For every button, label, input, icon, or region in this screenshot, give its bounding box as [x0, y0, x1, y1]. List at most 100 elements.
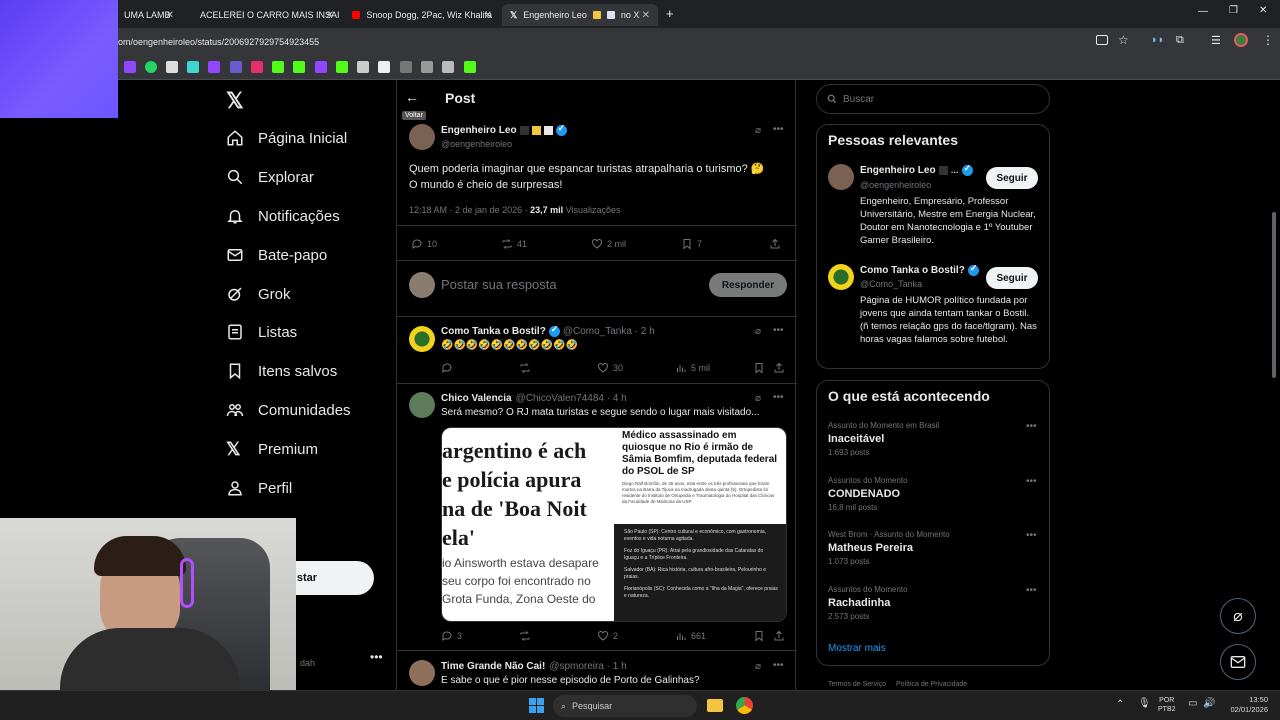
- kick-bookmark-icon[interactable]: [464, 61, 476, 73]
- avatar[interactable]: [409, 124, 435, 150]
- repost-action[interactable]: [519, 630, 531, 642]
- author-handle[interactable]: @oengenheiroleo: [441, 139, 512, 149]
- twitch-bookmark-icon[interactable]: [124, 61, 136, 73]
- new-tab-icon[interactable]: +: [666, 6, 674, 21]
- bookmark-icon[interactable]: [357, 61, 369, 73]
- account-more-icon[interactable]: •••: [370, 650, 383, 664]
- nav-explore[interactable]: Explorar: [226, 162, 314, 192]
- follow-button[interactable]: Seguir: [986, 167, 1038, 189]
- reply-action[interactable]: 3: [441, 630, 462, 642]
- browser-tab[interactable]: ACELEREI O CARRO MAIS INSAI ✕: [186, 4, 342, 26]
- share-action[interactable]: [773, 362, 785, 374]
- close-tab-icon[interactable]: ✕: [642, 10, 650, 21]
- kick-bookmark-icon[interactable]: [272, 61, 284, 73]
- avatar[interactable]: [828, 164, 854, 190]
- avatar[interactable]: [409, 392, 435, 418]
- nav-home[interactable]: Página Inicial: [226, 123, 347, 153]
- back-arrow-icon[interactable]: ←: [405, 89, 419, 105]
- nav-premium[interactable]: 𝕏 Premium: [226, 434, 318, 464]
- repost-action[interactable]: 41: [501, 238, 527, 250]
- grok-icon[interactable]: ⌀: [755, 393, 761, 404]
- install-app-icon[interactable]: [1096, 35, 1108, 45]
- scrollbar-thumb[interactable]: [1272, 212, 1276, 378]
- windows-start-icon[interactable]: [529, 698, 544, 713]
- nav-communities[interactable]: Comunidades: [226, 395, 351, 425]
- bookmark-icon[interactable]: [400, 61, 412, 73]
- nav-profile[interactable]: Perfil: [226, 473, 292, 503]
- microphone-icon[interactable]: 🎙: [1138, 698, 1151, 709]
- like-action[interactable]: 30: [597, 362, 623, 374]
- trend-more-icon[interactable]: •••: [1026, 421, 1037, 432]
- grok-icon[interactable]: ⌀: [755, 125, 761, 136]
- nav-grok[interactable]: Grok: [226, 279, 291, 309]
- browser-tab[interactable]: Snoop Dogg, 2Pac, Wiz Khalifa ✕: [344, 4, 500, 26]
- chrome-icon[interactable]: [736, 697, 753, 714]
- tray-chevron-icon[interactable]: ⌃: [1116, 699, 1124, 710]
- close-window-icon[interactable]: ✕: [1259, 5, 1267, 16]
- more-options-icon[interactable]: •••: [773, 325, 784, 336]
- more-options-icon[interactable]: •••: [773, 660, 784, 671]
- trend-item[interactable]: West Brom · Assunto do Momento Matheus P…: [828, 530, 950, 566]
- extensions-puzzle-icon[interactable]: ⧉: [1176, 34, 1184, 47]
- nav-chat[interactable]: Bate-papo: [226, 240, 327, 270]
- menu-icon[interactable]: ⋮: [1262, 33, 1274, 47]
- post-author[interactable]: Engenheiro Leo: [441, 123, 567, 136]
- bookmark-action[interactable]: 7: [681, 238, 702, 250]
- like-action[interactable]: 2 mil: [591, 238, 626, 250]
- bookmark-action[interactable]: [753, 362, 765, 374]
- trend-more-icon[interactable]: •••: [1026, 530, 1037, 541]
- nav-bookmarks[interactable]: Itens salvos: [226, 356, 337, 386]
- reply-author[interactable]: Como Tanka o Bostil? @Como_Tanka · 2 h: [441, 324, 655, 337]
- bookmark-icon[interactable]: [421, 61, 433, 73]
- kick-bookmark-icon[interactable]: [293, 61, 305, 73]
- taskbar-search[interactable]: ⌕ Pesquisar: [553, 695, 697, 717]
- nav-notifications[interactable]: Notificações: [226, 201, 340, 231]
- reply-button[interactable]: Responder: [709, 273, 787, 297]
- grok-icon[interactable]: ⌀: [755, 661, 761, 672]
- privacy-link[interactable]: Política de Privacidade: [896, 681, 967, 688]
- media-icon[interactable]: ☰: [1211, 34, 1221, 47]
- bookmark-star-icon[interactable]: ☆: [1118, 33, 1129, 47]
- person-name[interactable]: Como Tanka o Bostil?: [860, 263, 979, 276]
- bookmark-icon[interactable]: [187, 61, 199, 73]
- avatar[interactable]: [409, 326, 435, 352]
- minimize-icon[interactable]: —: [1198, 6, 1208, 17]
- bookmark-icon[interactable]: [166, 61, 178, 73]
- url-text[interactable]: om/oengenheiroleo/status/200692792975492…: [118, 37, 319, 47]
- volume-icon[interactable]: 🔊: [1203, 698, 1215, 709]
- share-action[interactable]: [769, 238, 781, 250]
- bookmark-icon[interactable]: [442, 61, 454, 73]
- file-explorer-icon[interactable]: [707, 699, 723, 712]
- instagram-bookmark-icon[interactable]: [251, 61, 263, 73]
- messages-floating-button[interactable]: [1220, 644, 1256, 680]
- trend-item[interactable]: Assunto do Momento em Brasil Inaceitável…: [828, 421, 939, 457]
- show-more-link[interactable]: Mostrar mais: [828, 643, 886, 654]
- reply-image[interactable]: argentino é ach e polícia apura na de 'B…: [441, 427, 787, 622]
- browser-tab-active[interactable]: 𝕏 Engenheiro Leo no X ✕: [502, 4, 658, 26]
- views-action[interactable]: 661: [675, 630, 706, 642]
- more-options-icon[interactable]: •••: [773, 124, 784, 135]
- profile-avatar[interactable]: [1234, 33, 1248, 47]
- trend-item[interactable]: Assuntos do Momento Rachadinha 2.573 pos…: [828, 585, 908, 621]
- bookmark-icon[interactable]: [378, 61, 390, 73]
- clock[interactable]: 13:50 02/01/2026: [1224, 695, 1268, 715]
- nav-lists[interactable]: Listas: [226, 317, 297, 347]
- search-input[interactable]: Buscar: [843, 94, 874, 105]
- like-action[interactable]: 2: [597, 630, 618, 642]
- more-options-icon[interactable]: •••: [773, 392, 784, 403]
- close-tab-icon[interactable]: ✕: [326, 10, 334, 21]
- bookmark-icon[interactable]: [315, 61, 327, 73]
- twitch-bookmark-icon[interactable]: [208, 61, 220, 73]
- x-logo-icon[interactable]: 𝕏: [226, 88, 244, 114]
- restore-icon[interactable]: ❐: [1229, 5, 1238, 16]
- trend-item[interactable]: Assuntos do Momento CONDENADO 16,8 mil p…: [828, 476, 908, 512]
- reply-author[interactable]: Time Grande Não Cai! @spmoreira · 1 h: [441, 661, 627, 672]
- share-action[interactable]: [773, 630, 785, 642]
- search-bar[interactable]: Buscar: [816, 84, 1050, 114]
- avatar[interactable]: [409, 660, 435, 686]
- network-icon[interactable]: ▭: [1188, 698, 1197, 709]
- grok-icon[interactable]: ⌀: [755, 326, 761, 337]
- person-handle[interactable]: @oengenheiroleo: [860, 180, 931, 190]
- trend-more-icon[interactable]: •••: [1026, 585, 1037, 596]
- reply-author[interactable]: Chico Valencia @ChicoValen74484 · 4 h: [441, 393, 627, 404]
